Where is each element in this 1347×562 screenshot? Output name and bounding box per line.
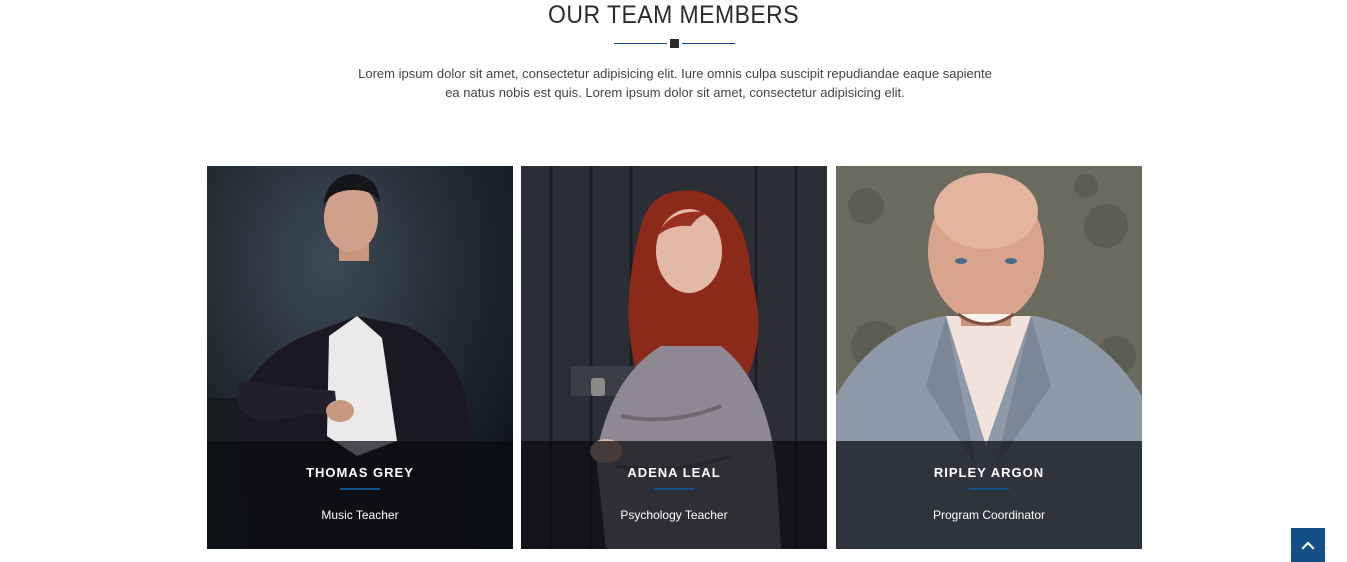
- section-intro: Lorem ipsum dolor sit amet, consectetur …: [358, 66, 992, 100]
- divider-line-right: [682, 43, 735, 44]
- card-caption: THOMAS GREY Music Teacher: [207, 441, 513, 549]
- divider-square: [670, 39, 679, 48]
- team-section: OUR TEAM MEMBERS Lorem ipsum dolor sit a…: [0, 0, 1347, 562]
- section-title: OUR TEAM MEMBERS: [548, 1, 800, 29]
- title-divider: [614, 39, 735, 48]
- team-card-thomas-grey[interactable]: THOMAS GREY Music Teacher: [207, 166, 513, 549]
- team-member-name: RIPLEY ARGON: [933, 465, 1045, 480]
- name-underline: [654, 488, 694, 490]
- divider-line-left: [614, 43, 667, 44]
- team-member-role: Music Teacher: [321, 508, 399, 522]
- team-member-role: Program Coordinator: [932, 508, 1046, 522]
- team-cards: THOMAS GREY Music Teacher ADENA LEAL Psy…: [207, 166, 1142, 549]
- team-card-adena-leal[interactable]: ADENA LEAL Psychology Teacher: [521, 166, 827, 549]
- back-to-top-button[interactable]: [1291, 528, 1325, 562]
- card-caption: ADENA LEAL Psychology Teacher: [521, 441, 827, 549]
- name-underline: [969, 488, 1009, 490]
- chevron-up-icon: [1301, 541, 1315, 550]
- card-caption: RIPLEY ARGON Program Coordinator: [836, 441, 1142, 549]
- team-member-name: THOMAS GREY: [306, 465, 414, 480]
- name-underline: [340, 488, 380, 490]
- team-member-name: ADENA LEAL: [627, 465, 721, 480]
- team-member-role: Psychology Teacher: [620, 508, 728, 522]
- team-card-ripley-argon[interactable]: RIPLEY ARGON Program Coordinator: [836, 166, 1142, 549]
